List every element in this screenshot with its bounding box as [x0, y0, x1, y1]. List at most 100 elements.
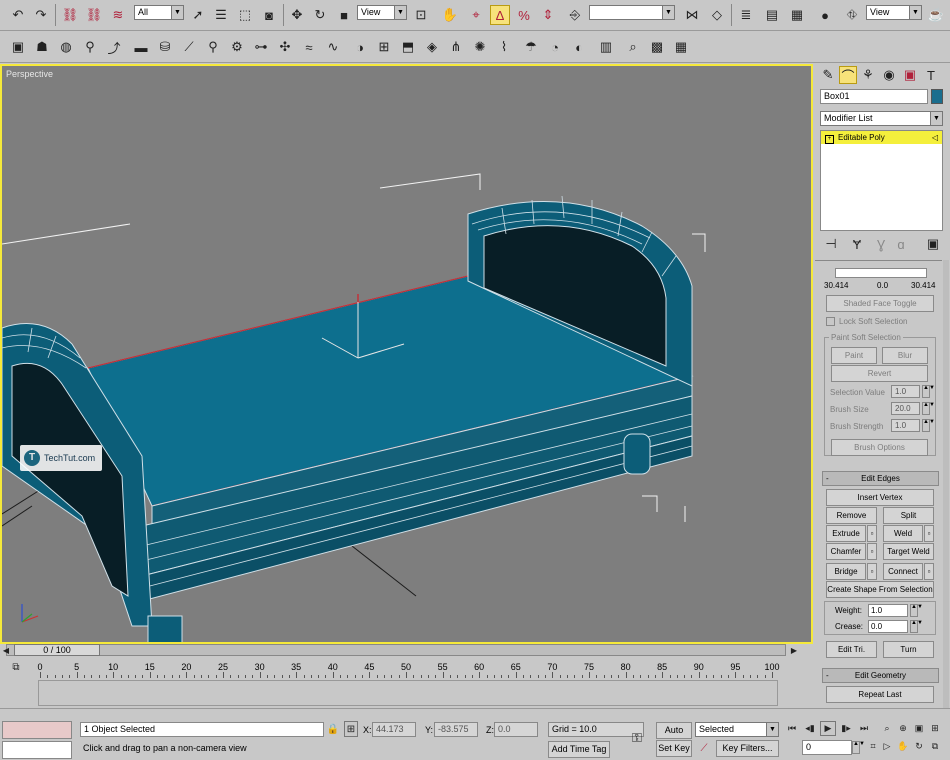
time-slider[interactable]: 0 / 100	[14, 644, 100, 656]
blur-button[interactable]: Blur	[882, 347, 928, 364]
named-selection-sets-icon[interactable]: ⎆	[565, 5, 585, 25]
stack-icon[interactable]: ⛁	[155, 37, 175, 57]
previous-frame-icon[interactable]: ◂▮	[802, 721, 818, 736]
repeat-last-button[interactable]: Repeat Last	[826, 686, 934, 703]
extrude-button[interactable]: Extrude	[826, 525, 866, 542]
select-and-manipulate-icon[interactable]: ✋	[440, 5, 460, 25]
torus-icon[interactable]: ⊶	[251, 37, 271, 57]
cylinder-icon[interactable]: ⚲	[80, 37, 100, 57]
render-view-dropdown[interactable]: View ▼	[866, 5, 922, 20]
key-mode-dropdown[interactable]: Selected ▼	[695, 722, 779, 737]
turn-button[interactable]: Turn	[883, 641, 934, 658]
selection-filter-dropdown[interactable]: All ▼	[134, 5, 184, 20]
next-frame-button-icon[interactable]: ▮▸	[838, 721, 854, 736]
shaded-face-toggle-button[interactable]: Shaded Face Toggle	[826, 295, 934, 312]
select-object-icon[interactable]: ➚	[188, 5, 208, 25]
make-unique-icon[interactable]: Ɣ	[873, 236, 889, 252]
brush-strength-field[interactable]: 1.0	[891, 419, 920, 432]
plane-icon[interactable]: ▬	[131, 37, 151, 57]
select-and-link-icon[interactable]: ⛓	[60, 5, 80, 25]
edit-edges-rollout-header[interactable]: - Edit Edges	[822, 471, 939, 486]
named-selection-dropdown[interactable]: ▼	[589, 5, 675, 20]
configure-sets-icon[interactable]: ▣	[925, 236, 941, 252]
modifier-stack[interactable]: + Editable Poly ◁	[820, 130, 943, 231]
rectangular-selection-icon[interactable]: ⬚	[235, 5, 255, 25]
uvw-map-icon[interactable]: ▥	[596, 37, 616, 57]
render-frame-icon[interactable]: ▩	[647, 37, 667, 57]
default-tangents-icon[interactable]: ⟋	[696, 740, 712, 756]
timeline-ruler[interactable]: 0 5 10 15 20 25 30 35 40 45 50 55 60 65 70 75 80 85 90 95 10…	[0, 658, 813, 708]
remove-modifier-icon[interactable]: ɑ	[893, 236, 909, 252]
wave-icon[interactable]: ∿	[323, 37, 343, 57]
modify-tab-icon[interactable]: ⌒	[839, 66, 857, 84]
time-config-icon[interactable]: ⌗	[866, 739, 880, 754]
remove-button[interactable]: Remove	[826, 507, 877, 524]
lathe-icon[interactable]: ◑	[350, 37, 370, 57]
angle-snap-icon[interactable]: ∆	[490, 5, 510, 25]
auto-key-button[interactable]: Auto Key	[656, 722, 692, 750]
create-shape-button[interactable]: Create Shape From Selection	[826, 581, 934, 598]
shell-icon[interactable]: ◐	[569, 37, 589, 57]
spinner-snap-icon[interactable]: ⇕	[538, 5, 558, 25]
revert-button[interactable]: Revert	[831, 365, 928, 382]
zoom-extents-icon[interactable]: ⌕	[623, 37, 643, 57]
weld-settings-icon[interactable]: ▫	[924, 525, 934, 542]
weight-spinner[interactable]: ▲▼	[910, 604, 923, 617]
window-crossing-icon[interactable]: ◙	[259, 5, 279, 25]
path-deform-icon[interactable]: ⌇	[494, 37, 514, 57]
cone-icon[interactable]: ⟋	[179, 37, 199, 57]
cloth-icon[interactable]: ☂	[521, 37, 541, 57]
current-frame-field[interactable]: 0	[802, 740, 852, 755]
paint-button[interactable]: Paint	[831, 347, 877, 364]
x-coordinate-field[interactable]: 44.173	[372, 722, 416, 737]
material-editor-icon[interactable]: ●	[815, 5, 835, 25]
extrude-icon[interactable]: ⬒	[398, 37, 418, 57]
play-icon[interactable]: ▶	[820, 721, 836, 736]
edit-geometry-rollout-header[interactable]: - Edit Geometry	[822, 668, 939, 683]
brush-size-spinner[interactable]: ▲▼	[922, 402, 935, 415]
sphere-icon[interactable]: ◍	[56, 37, 76, 57]
timeline-track-area[interactable]	[38, 680, 778, 706]
layer-manager-icon[interactable]: ≣	[736, 5, 756, 25]
crease-spinner[interactable]: ▲▼	[910, 620, 923, 633]
search-icon[interactable]: ⚲	[203, 37, 223, 57]
perspective-viewport[interactable]: Perspective T TechTut.com	[0, 64, 813, 644]
pan-icon[interactable]: ✋	[896, 739, 910, 754]
pin-stack-icon[interactable]: ⊣	[823, 236, 839, 252]
connect-button[interactable]: Connect	[883, 563, 923, 580]
show-end-result-icon[interactable]: Ɏ	[849, 236, 865, 252]
zoom-extents-all-icon[interactable]: ⊞	[928, 721, 942, 736]
utilities-tab-icon[interactable]: T	[922, 66, 940, 84]
bridge-settings-icon[interactable]: ▫	[867, 563, 877, 580]
selection-value-field[interactable]: 1.0	[891, 385, 920, 398]
split-button[interactable]: Split	[883, 507, 934, 524]
ffd-icon[interactable]: ⊞	[374, 37, 394, 57]
align-icon[interactable]: ◇	[707, 5, 727, 25]
gear-icon[interactable]: ⚙	[227, 37, 247, 57]
current-frame-spinner[interactable]: ▲▼	[852, 741, 865, 754]
target-weld-button[interactable]: Target Weld	[883, 543, 934, 560]
bind-to-space-warp-icon[interactable]: ≋	[108, 5, 128, 25]
zoom-icon[interactable]: ⌕	[880, 721, 894, 736]
stack-item-editable-poly[interactable]: + Editable Poly ◁	[821, 131, 942, 144]
object-name-field[interactable]: Box01	[820, 89, 928, 104]
taper-icon[interactable]: ⋔	[446, 37, 466, 57]
maxscript-input-field[interactable]	[2, 741, 72, 759]
hierarchy-tab-icon[interactable]: ⚘	[859, 66, 877, 84]
quick-render-icon[interactable]: ☕	[926, 5, 946, 25]
bridge-button[interactable]: Bridge	[826, 563, 866, 580]
next-frame-icon[interactable]: ▶	[788, 644, 800, 656]
weld-button[interactable]: Weld	[883, 525, 923, 542]
chamfer-button[interactable]: Chamfer	[826, 543, 866, 560]
orbit-icon[interactable]: ↻	[912, 739, 926, 754]
curve-editor-icon[interactable]: ▤	[762, 5, 782, 25]
field-of-view-icon[interactable]: ▷	[880, 739, 894, 754]
zoom-all-icon[interactable]: ⊕	[896, 721, 910, 736]
percent-snap-icon[interactable]: %	[514, 5, 534, 25]
key-filters-button[interactable]: Key Filters...	[716, 740, 779, 757]
lock-selection-icon[interactable]: 🔒	[326, 721, 340, 737]
key-icon[interactable]: ⚿	[626, 729, 648, 747]
set-key-button[interactable]: Set Key	[656, 740, 692, 757]
lock-soft-selection-checkbox[interactable]: Lock Soft Selection	[826, 317, 907, 327]
mesh-smooth-icon[interactable]: ◈	[422, 37, 442, 57]
